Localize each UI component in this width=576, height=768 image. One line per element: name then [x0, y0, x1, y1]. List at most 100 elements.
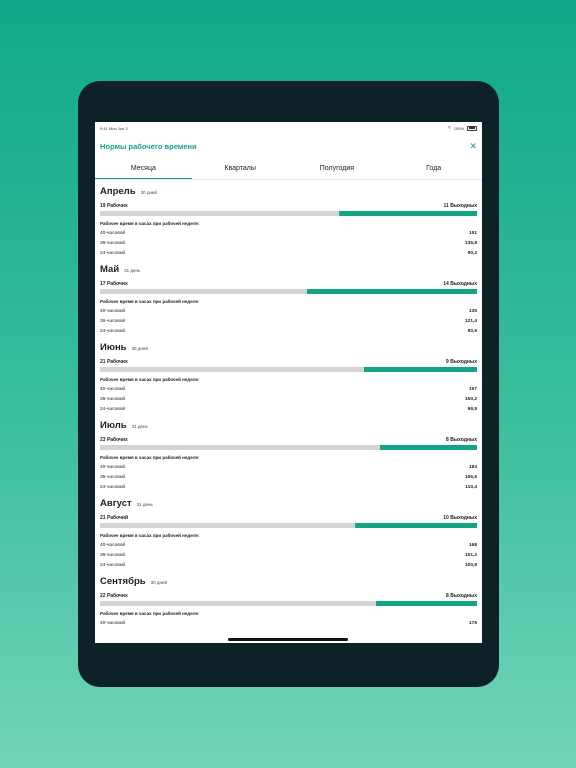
tab-months[interactable]: Месяца — [95, 158, 192, 179]
hours-row-label: 24-часовой — [100, 328, 126, 334]
status-icons: ≈ 100% — [448, 125, 477, 131]
weekends-count: 10 Выходных — [443, 515, 477, 521]
hours-row-value: 168 — [468, 542, 477, 548]
status-time-date: 9:41 Mon Jun 3 — [100, 126, 128, 131]
weekends-fill — [306, 289, 477, 294]
workdays-count: 23 Рабочих — [100, 437, 128, 443]
day-counts: 19 Рабочих 11 Выходных — [100, 203, 477, 210]
weekends-count: 8 Выходных — [446, 593, 477, 599]
month-days: 30 дней — [150, 580, 167, 585]
month-name: Июль — [100, 420, 127, 431]
days-progress-bar — [100, 289, 477, 294]
weekends-fill — [376, 601, 477, 606]
app-screen: 9:41 Mon Jun 3 ≈ 100% Нормы рабочего вре… — [95, 122, 482, 643]
month-section: Апрель 30 дней 19 Рабочих 11 Выходных Ра… — [100, 180, 477, 258]
weekends-count: 8 Выходных — [446, 437, 477, 443]
workdays-count: 17 Рабочих — [100, 281, 128, 287]
hours-row-label: 24-часовой — [100, 562, 126, 568]
hours-row-label: 36-часовой — [100, 318, 126, 324]
page-title: Нормы рабочего времени — [100, 141, 197, 151]
hours-row-value: 99,8 — [467, 406, 477, 412]
hours-row-value: 90,2 — [467, 250, 477, 256]
month-name: Сентябрь — [100, 576, 146, 587]
hours-row: 36-часовой 121,4 — [100, 316, 477, 326]
workdays-count: 21 Рабочий — [100, 515, 129, 521]
hours-row-value: 151,2 — [464, 552, 477, 558]
day-counts: 17 Рабочих 14 Выходных — [100, 281, 477, 288]
weekends-count: 9 Выходных — [446, 359, 477, 365]
day-counts: 21 Рабочих 9 Выходных — [100, 359, 477, 366]
period-tabs: Месяца Кварталы Полугодия Года — [95, 158, 482, 180]
hours-row-label: 24-часовой — [100, 484, 126, 490]
month-name: Июнь — [100, 342, 127, 353]
hours-row: 40-часовой 184 — [100, 462, 477, 472]
month-days: 30 дней — [140, 190, 157, 195]
days-progress-bar — [100, 523, 477, 528]
tab-half-years[interactable]: Полугодия — [289, 158, 386, 179]
tab-years[interactable]: Года — [385, 158, 482, 179]
battery-icon — [467, 125, 477, 131]
status-date: Mon Jun 3 — [108, 125, 128, 131]
hours-row-label: 40-часовой — [100, 308, 126, 314]
weekends-count: 14 Выходных — [443, 281, 477, 287]
day-counts: 23 Рабочих 8 Выходных — [100, 437, 477, 444]
workdays-count: 21 Рабочих — [100, 359, 128, 365]
hours-row-value: 135 — [468, 308, 477, 314]
hours-row: 24-часовой 80,6 — [100, 326, 477, 336]
hours-row-value: 151 — [468, 230, 477, 236]
close-icon[interactable]: ✕ — [469, 141, 477, 151]
hours-row: 24-часовой 90,2 — [100, 248, 477, 258]
hours-row-value: 135,8 — [464, 240, 477, 246]
hours-row-value: 176 — [468, 620, 477, 626]
hours-row-value: 184 — [468, 464, 477, 470]
hours-row-value: 150,2 — [464, 396, 477, 402]
month-section: Май 31 день 17 Рабочих 14 Выходных Рабоч… — [100, 258, 477, 336]
hours-row: 40-часовой 167 — [100, 384, 477, 394]
hours-row: 40-часовой 168 — [100, 540, 477, 550]
hours-row-label: 36-часовой — [100, 396, 126, 402]
months-list[interactable]: Апрель 30 дней 19 Рабочих 11 Выходных Ра… — [95, 180, 482, 628]
month-days: 31 день — [131, 424, 148, 429]
hours-row-label: 24-часовой — [100, 406, 126, 412]
hours-row: 40-часовой 176 — [100, 618, 477, 628]
month-days: 31 день — [124, 268, 141, 273]
battery-percent: 100% — [453, 125, 464, 131]
hours-row-label: 40-часовой — [100, 620, 126, 626]
month-section: Сентябрь 30 дней 22 Рабочих 8 Выходных Р… — [100, 570, 477, 628]
hours-row-label: 40-часовой — [100, 464, 126, 470]
month-header: Июль 31 день — [100, 414, 477, 435]
day-counts: 22 Рабочих 8 Выходных — [100, 593, 477, 600]
month-name: Август — [100, 498, 132, 509]
days-progress-bar — [100, 367, 477, 372]
hours-row-value: 100,8 — [464, 562, 477, 568]
workdays-count: 22 Рабочих — [100, 593, 128, 599]
hours-row: 40-часовой 151 — [100, 228, 477, 238]
days-progress-bar — [100, 445, 477, 450]
hours-row: 40-часовой 135 — [100, 306, 477, 316]
modal-header: Нормы рабочего времени ✕ — [95, 134, 482, 158]
month-days: 31 день — [136, 502, 153, 507]
hours-title: Рабочее время в часах при рабочей неделе… — [100, 221, 200, 226]
hours-row: 36-часовой 150,2 — [100, 394, 477, 404]
hours-title: Рабочее время в часах при рабочей неделе… — [100, 611, 200, 616]
status-time: 9:41 — [100, 125, 108, 131]
hours-row-label: 36-часовой — [100, 240, 126, 246]
tab-quarters[interactable]: Кварталы — [192, 158, 289, 179]
days-progress-bar — [100, 601, 477, 606]
hours-row-label: 40-часовой — [100, 230, 126, 236]
hours-row-value: 80,6 — [467, 328, 477, 334]
weekends-fill — [363, 367, 477, 372]
hours-row: 24-часовой 100,8 — [100, 560, 477, 570]
month-header: Апрель 30 дней — [100, 180, 477, 201]
month-section: Июль 31 день 23 Рабочих 8 Выходных Рабоч… — [100, 414, 477, 492]
hours-row: 24-часовой 99,8 — [100, 404, 477, 414]
workdays-count: 19 Рабочих — [100, 203, 128, 209]
days-progress-bar — [100, 211, 477, 216]
wifi-icon: ≈ — [448, 125, 451, 131]
hours-row: 36-часовой 135,8 — [100, 238, 477, 248]
weekends-fill — [355, 523, 477, 528]
hours-row-label: 24-часовой — [100, 250, 126, 256]
hours-row: 36-часовой 151,2 — [100, 550, 477, 560]
home-indicator[interactable] — [228, 638, 348, 641]
hours-row-label: 40-часовой — [100, 542, 126, 548]
